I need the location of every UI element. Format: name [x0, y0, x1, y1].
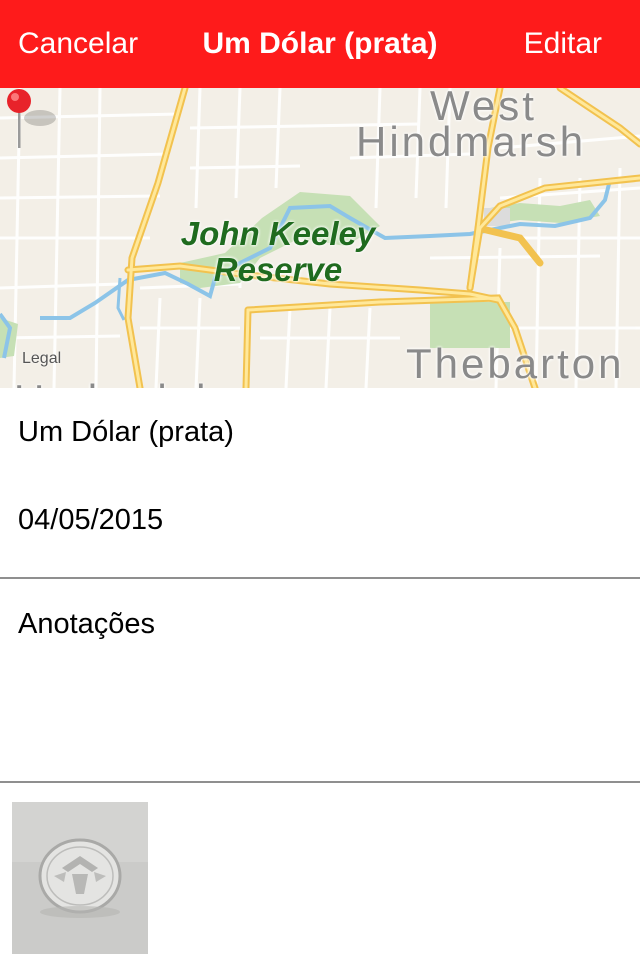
map-pin-icon[interactable] [0, 88, 60, 158]
map-label-hindmarsh: Hindmarsh [356, 118, 587, 165]
divider [0, 577, 640, 579]
legal-link[interactable]: Legal [22, 350, 61, 368]
map-label-underdale: Underdale [14, 376, 235, 388]
park-name-line2: Reserve [213, 251, 343, 288]
park-name-line1: John Keeley [180, 215, 376, 252]
coin-image [12, 802, 148, 954]
notes-label: Anotações [18, 608, 156, 640]
location-map[interactable]: West Hindmarsh Thebarton Underdale John … [0, 88, 640, 388]
divider [0, 781, 640, 783]
park-label: John Keeley Reserve [160, 216, 396, 288]
map-label-thebarton: Thebarton [406, 340, 625, 387]
item-name: Um Dólar (prata) [18, 416, 234, 448]
navigation-bar: Cancelar Um Dólar (prata) Editar [0, 0, 640, 88]
coin-photo-thumbnail[interactable] [12, 802, 148, 954]
edit-button[interactable]: Editar [524, 26, 602, 62]
item-date: 04/05/2015 [18, 504, 164, 536]
